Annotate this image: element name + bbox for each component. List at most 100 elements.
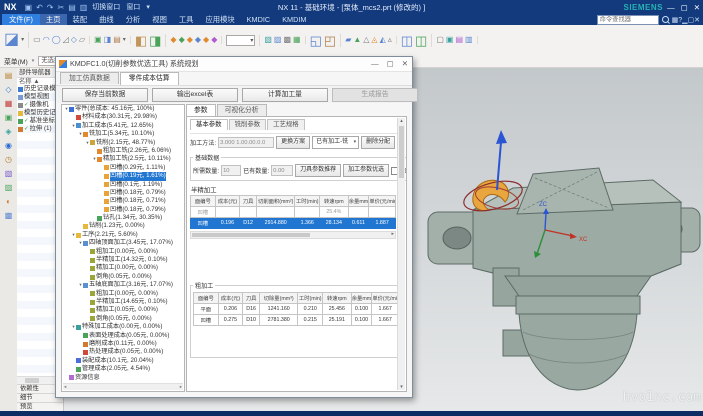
cost-tree-item[interactable]: ▾精加工铣(2.5元, 10.11%) <box>62 155 184 163</box>
column-header[interactable]: 单价(元/min) <box>369 196 396 207</box>
ribbon-icon[interactable]: ◠ <box>43 36 50 44</box>
hd3d-tool-icon[interactable]: ◈ <box>5 127 11 136</box>
save-icon[interactable]: ▣ <box>25 4 33 12</box>
inner-tab-基本参数[interactable]: 基本参数 <box>190 119 228 130</box>
dialog-close-button[interactable]: ✕ <box>402 59 408 68</box>
ribbon-icon[interactable]: ▭ <box>33 36 41 44</box>
column-header[interactable]: 工时(min) <box>298 293 323 304</box>
roles-icon[interactable]: ◐ <box>6 197 11 206</box>
cost-tree-hscrollbar[interactable]: ◂▸ <box>63 383 183 390</box>
cost-tree-item[interactable]: 表面处理成本(0.05元, 0.00%) <box>62 332 184 340</box>
cost-tree-item[interactable]: ▾加工成本(5.41元, 12.65%) <box>62 122 184 130</box>
table-cell[interactable] <box>369 207 396 218</box>
column-header[interactable]: 切削面积(mm²) <box>256 196 294 207</box>
ribbon-icon[interactable]: ▾ <box>123 37 126 43</box>
panel-tab-参数[interactable]: 参数 <box>186 104 216 116</box>
column-header[interactable]: 转速rpm <box>323 293 352 304</box>
ribbon-icon[interactable]: ▾ <box>21 37 24 43</box>
column-header[interactable]: 面编号 <box>194 293 219 304</box>
table-cell[interactable] <box>295 207 320 218</box>
table-cell[interactable]: 2781.380 <box>259 315 297 326</box>
cost-tree-item[interactable]: ▾四轴顶面加工(3.45元, 17.07%) <box>62 239 184 247</box>
ribbon-icon[interactable]: ◇ <box>71 36 77 44</box>
doc-close-icon[interactable]: ✕ <box>694 17 700 24</box>
scroll-thumb[interactable] <box>25 378 39 383</box>
ribbon-icon[interactable]: ◆ <box>203 36 209 44</box>
paste-icon[interactable]: ▥ <box>80 4 88 12</box>
cost-tree-item[interactable]: ▾工序(2.21元, 5.60%) <box>62 231 184 239</box>
ribbon-combo[interactable]: ▾ <box>226 35 255 46</box>
table-cell[interactable]: 0.196 <box>215 218 240 229</box>
cost-tree-item[interactable]: 凹槽(0.18元, 0.71%) <box>62 197 184 205</box>
ribbon-icon[interactable]: ▵ <box>388 36 392 44</box>
table-cell[interactable] <box>215 207 240 218</box>
ribbon-icon[interactable]: ◯ <box>52 36 61 44</box>
cut-icon[interactable]: ✂ <box>57 4 64 12</box>
table-cell[interactable]: D12 <box>240 218 257 229</box>
dialog-button-输出excel表[interactable]: 输出excel表 <box>152 88 238 102</box>
cost-tree-item[interactable]: 凹槽(0.1元, 1.19%) <box>62 181 184 189</box>
table-cell[interactable]: 25.456 <box>323 304 352 315</box>
cost-tree-item[interactable]: 装配成本(10.1元, 20.04%) <box>62 357 184 365</box>
ribbon-icon[interactable]: ◭ <box>380 36 386 44</box>
ribbon-icon[interactable]: ▥ <box>465 36 473 44</box>
ribbon-tab-分析[interactable]: 分析 <box>120 14 147 25</box>
table-cell[interactable]: 1.667 <box>372 315 399 326</box>
cost-tree-item[interactable]: 热处理成本(0.05元, 0.00%) <box>62 348 184 356</box>
ribbon-icon[interactable]: ▣ <box>94 36 102 44</box>
table-cell[interactable]: 1.667 <box>372 304 399 315</box>
table-cell[interactable]: D16 <box>243 304 260 315</box>
history-icon[interactable]: ◷ <box>5 155 12 164</box>
tool-recommend-button[interactable]: 刀具参数推荐 <box>295 164 341 177</box>
search-icon[interactable] <box>662 16 669 23</box>
cost-tree-item[interactable]: 凹槽(0.18元, 0.79%) <box>62 206 184 214</box>
param-optimize-button[interactable]: 加工参数优选 <box>343 164 389 177</box>
dialog-tab-加工仿真数据[interactable]: 加工仿真数据 <box>60 72 119 84</box>
cost-tree-item[interactable]: 精加工(0.05元, 0.00%) <box>62 306 184 314</box>
web-browser-icon[interactable]: ◉ <box>5 141 12 150</box>
ribbon-icon[interactable]: ◪ <box>4 32 19 48</box>
ribbon-tab-应用模块[interactable]: 应用模块 <box>199 14 240 25</box>
pump-body-3d-view[interactable]: ZC XC <box>413 118 703 406</box>
table-cell[interactable]: D10 <box>243 315 260 326</box>
ribbon-icon[interactable]: ▤ <box>455 36 463 44</box>
cost-tree-item[interactable]: 倒角(0.05元, 0.00%) <box>62 315 184 323</box>
semi-finish-table[interactable]: 面编号成本(元)刀具切削面积(mm²)工时(min)转速rpm余量mm单价(元/… <box>190 195 396 229</box>
ribbon-icon[interactable]: ◫ <box>401 34 413 47</box>
column-header[interactable]: 余量mm <box>348 196 369 207</box>
table-cell[interactable]: 0.210 <box>298 304 323 315</box>
ribbon-icon[interactable]: △ <box>363 36 369 44</box>
right-panel-vscrollbar[interactable]: ▴ ▾ <box>397 118 405 390</box>
table-cell[interactable] <box>348 207 369 218</box>
inner-tab-铣削参数[interactable]: 铣削参数 <box>229 119 267 130</box>
table-row[interactable]: 凹槽 25.4% <box>191 207 396 218</box>
switch-window-button[interactable]: 切换窗口 <box>92 2 120 12</box>
table-cell[interactable]: 25.191 <box>323 315 352 326</box>
dialog-button-计算加工量[interactable]: 计算加工量 <box>242 88 328 102</box>
table-cell[interactable]: 0.215 <box>298 315 323 326</box>
ribbon-icon[interactable]: ▱ <box>79 36 85 44</box>
column-header[interactable]: 余量mm <box>351 293 372 304</box>
ribbon-icon[interactable]: ▧ <box>264 36 272 44</box>
column-header[interactable]: 工时(min) <box>295 196 320 207</box>
undo-icon[interactable]: ↶ <box>36 4 43 12</box>
cost-tree-item[interactable]: 精加工(0.00元, 0.00%) <box>62 264 184 272</box>
cost-tree-item[interactable]: 倒角(0.05元, 0.00%) <box>62 273 184 281</box>
table-cell[interactable]: 0.611 <box>348 218 369 229</box>
cost-tree-item[interactable]: 凹槽(0.19元, 1.61%) <box>62 172 184 180</box>
table-cell[interactable]: 25.4% <box>320 207 349 218</box>
column-header[interactable]: 成本(元) <box>218 293 243 304</box>
cost-tree-item[interactable]: 管理成本(2.05元, 4.54%) <box>62 365 184 373</box>
table-cell[interactable]: 1241.160 <box>259 304 297 315</box>
ribbon-tab-KMDIM[interactable]: KMDIM <box>276 14 312 25</box>
ribbon-icon[interactable]: ▰ <box>345 36 351 44</box>
ribbon-icon[interactable]: ◨ <box>149 34 161 47</box>
ribbon-tab-曲线[interactable]: 曲线 <box>93 14 120 25</box>
cost-tree-item[interactable]: 粗加工(0.00元, 0.00%) <box>62 248 184 256</box>
table-cell[interactable]: 凹槽 <box>191 207 216 218</box>
reuse-library-icon[interactable]: ▣ <box>5 113 13 122</box>
manufacturing-wizards-icon[interactable]: ▨ <box>5 183 13 192</box>
ribbon-icon[interactable]: ◆ <box>179 36 185 44</box>
ribbon-tab-file[interactable]: 文件(F) <box>2 14 40 25</box>
cost-tree-item[interactable]: 粗加工(0.00元, 0.00%) <box>62 290 184 298</box>
